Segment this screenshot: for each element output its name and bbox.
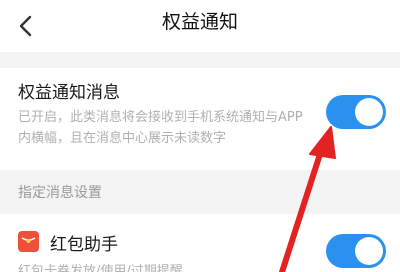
toggle-knob <box>355 237 383 265</box>
specific-settings-section-header: 指定消息设置 <box>0 170 400 214</box>
red-packet-assistant-row: 红包助手 红包卡券发放/使用/过期提醒 <box>0 214 400 272</box>
notification-settings-screen: 权益通知 权益通知消息 已开启，此类消息将会接收到手机系统通知与APP内横幅，且… <box>0 0 400 272</box>
red-packet-assistant-title: 红包助手 <box>50 235 118 255</box>
red-packet-assistant-toggle[interactable] <box>326 234 386 268</box>
page-title: 权益通知 <box>161 11 238 33</box>
red-packet-icon <box>18 231 39 252</box>
toggle-knob <box>355 98 383 126</box>
red-packet-assistant-description: 红包卡券发放/使用/过期提醒 <box>18 264 183 272</box>
benefit-notification-description: 已开启，此类消息将会接收到手机系统通知与APP内横幅，且在消息中心展示未读数字 <box>18 110 303 146</box>
benefit-notification-title: 权益通知消息 <box>18 83 120 103</box>
section-label: 指定消息设置 <box>18 185 102 201</box>
benefit-notification-row: 权益通知消息 已开启，此类消息将会接收到手机系统通知与APP内横幅，且在消息中心… <box>0 68 400 170</box>
benefit-notification-toggle[interactable] <box>326 95 386 129</box>
header-bar: 权益通知 <box>0 0 400 52</box>
section-divider <box>0 52 400 68</box>
